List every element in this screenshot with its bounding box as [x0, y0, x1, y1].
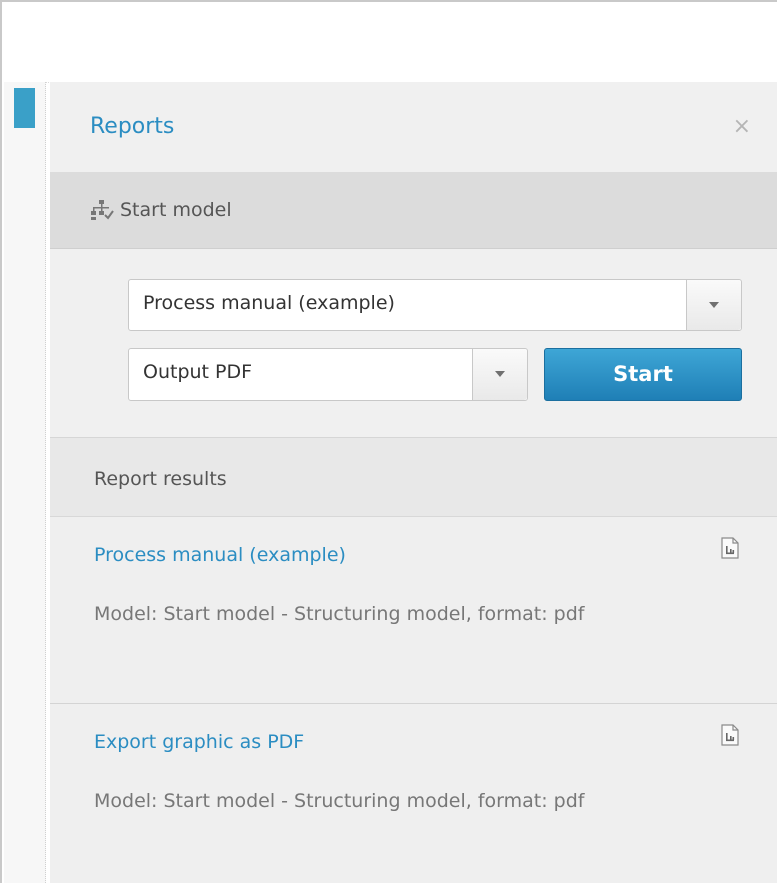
result-title-link[interactable]: Process manual (example)	[94, 544, 346, 566]
report-document-icon[interactable]	[721, 537, 739, 559]
output-format-value: Output PDF	[143, 361, 253, 383]
report-document-icon[interactable]	[721, 724, 739, 746]
left-rail	[4, 82, 46, 883]
panel-title: Reports	[90, 114, 175, 139]
output-format-select[interactable]: Output PDF	[128, 348, 528, 401]
results-header-label: Report results	[94, 468, 227, 490]
model-section-bar[interactable]: Start model	[50, 173, 777, 249]
report-type-dropdown-button[interactable]	[686, 280, 741, 330]
panel-header: Reports ×	[50, 82, 777, 173]
reports-panel: Reports × Start model Process manual (ex…	[50, 82, 777, 883]
chevron-down-icon	[709, 302, 719, 308]
list-item: Process manual (example) Model: Start mo…	[50, 517, 777, 704]
result-title-link[interactable]: Export graphic as PDF	[94, 731, 304, 753]
section-label: Start model	[120, 199, 232, 221]
close-icon[interactable]: ×	[733, 116, 751, 138]
report-type-select[interactable]: Process manual (example)	[128, 279, 742, 331]
output-format-dropdown-button[interactable]	[472, 349, 527, 400]
report-type-value: Process manual (example)	[143, 292, 395, 314]
list-item: Export graphic as PDF Model: Start model…	[50, 704, 777, 883]
start-button[interactable]: Start	[544, 348, 742, 401]
model-hierarchy-icon	[91, 200, 114, 220]
rail-active-indicator[interactable]	[14, 88, 35, 128]
top-bar	[4, 4, 777, 83]
app-frame: Reports × Start model Process manual (ex…	[0, 0, 777, 883]
results-header: Report results	[50, 438, 777, 517]
result-description: Model: Start model - Structuring model, …	[94, 603, 585, 625]
result-description: Model: Start model - Structuring model, …	[94, 790, 585, 812]
report-form: Process manual (example) Output PDF Star…	[50, 249, 777, 438]
chevron-down-icon	[495, 371, 505, 377]
